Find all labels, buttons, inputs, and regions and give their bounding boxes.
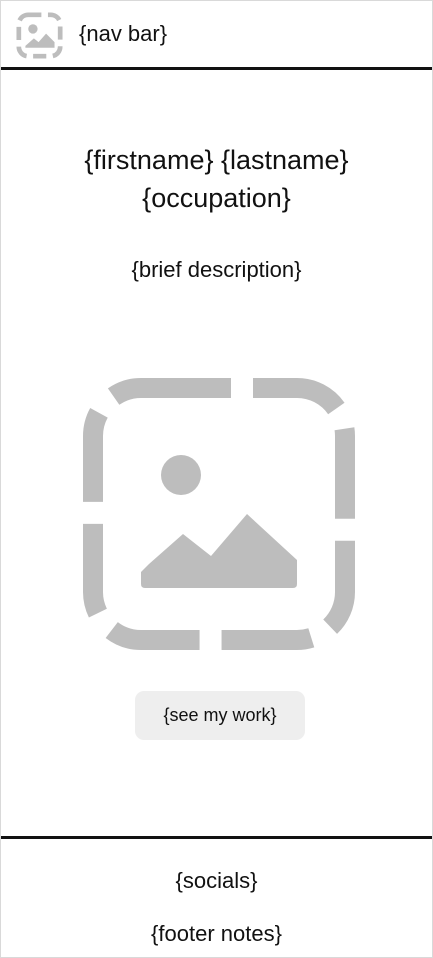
footer-notes: {footer notes} [151,921,282,946]
image-placeholder-icon [83,378,355,650]
page-frame: {nav bar} {firstname} {lastname} {occupa… [0,0,433,958]
footer: {socials} {footer notes} [1,836,432,957]
hero-occupation: {occupation} [142,183,291,213]
nav-title: {nav bar} [79,21,168,46]
hero-heading: {firstname} {lastname} {occupation} [1,141,432,217]
nav-bar: {nav bar} [1,1,432,70]
footer-socials[interactable]: {socials} [1,866,432,896]
image-placeholder-icon [16,12,63,59]
see-my-work-button[interactable]: {see my work} [135,691,305,740]
brief-description: {brief description} [131,257,302,282]
hero-name: {firstname} {lastname} [84,145,349,175]
